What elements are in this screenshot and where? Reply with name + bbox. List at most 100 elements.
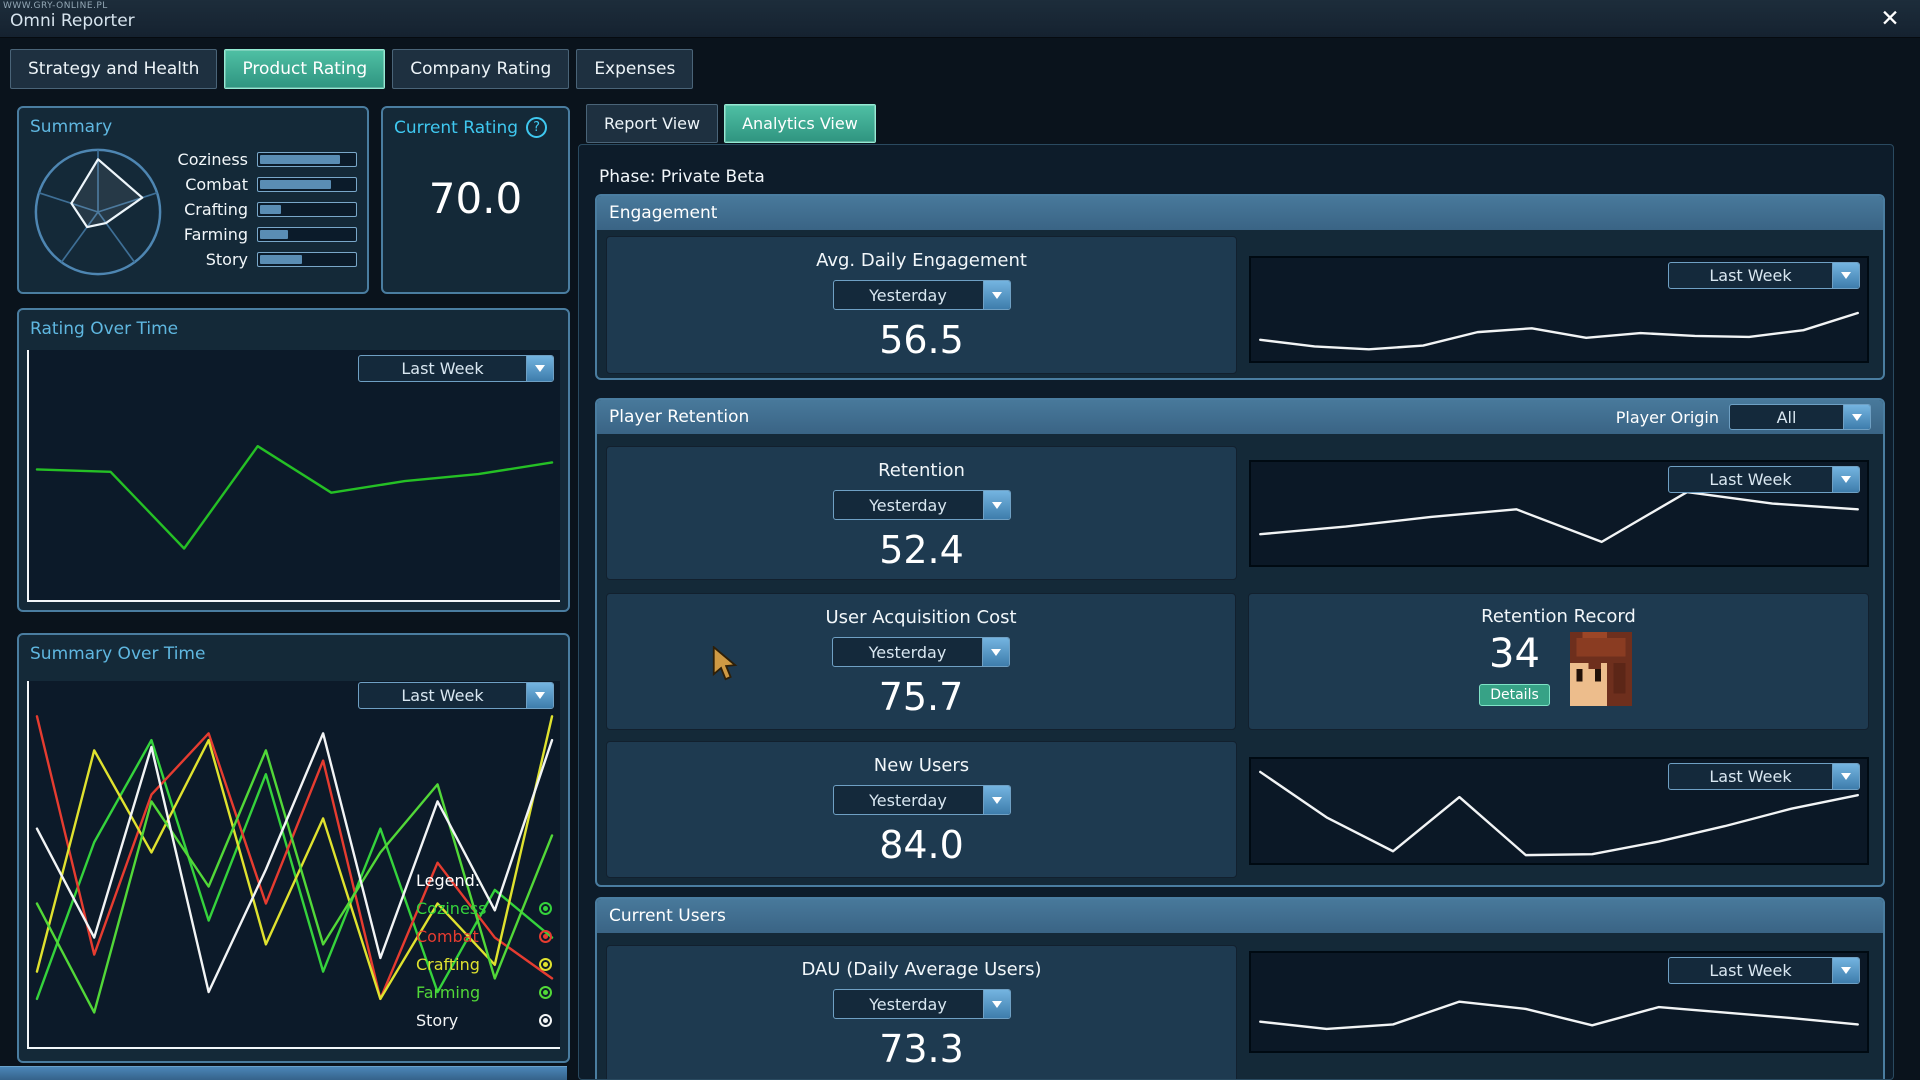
attribute-bar [257,227,357,242]
close-icon[interactable]: ✕ [1874,4,1906,34]
current-rating-panel: Current Rating ? 70.0 [381,106,570,294]
chevron-down-icon [983,281,1010,309]
engagement-chart-range-dropdown[interactable]: Last Week [1668,262,1860,289]
summary-over-time-chart: Legend: Coziness Combat Crafting Farming… [27,681,560,1049]
current-rating-title: Current Rating [394,118,518,138]
farming-legend-icon [539,986,552,999]
legend-item-farming: Farming [416,983,552,1002]
engagement-panel-title: Engagement [609,203,717,223]
tab-company-rating[interactable]: Company Rating [392,49,569,89]
dropdown-value: Yesterday [834,281,983,309]
player-origin-dropdown[interactable]: All [1729,404,1871,430]
current-rating-title-row: Current Rating ? [383,108,568,138]
user-acquisition-cost-card: User Acquisition Cost Yesterday 75.7 [606,593,1236,730]
dropdown-value: Last Week [1669,467,1832,492]
main-tab-bar: Strategy and Health Product Rating Compa… [10,49,693,89]
retention-card: Retention Yesterday 52.4 [606,446,1237,580]
legend-item-story: Story [416,1011,552,1030]
retention-chart-range-dropdown[interactable]: Last Week [1668,466,1860,493]
current-users-panel-title: Current Users [609,906,726,926]
player-retention-panel-title: Player Retention [609,407,749,427]
metric-label: Avg. Daily Engagement [816,250,1027,271]
acquisition-period-dropdown[interactable]: Yesterday [832,637,1010,667]
tab-expenses[interactable]: Expenses [576,49,693,89]
sub-tab-bar: Report View Analytics View [586,104,876,143]
metric-label: DAU (Daily Average Users) [801,959,1041,980]
dau-card: DAU (Daily Average Users) Yesterday 73.3 [606,945,1237,1080]
chevron-down-icon [983,491,1010,519]
dropdown-value: Last Week [359,356,526,381]
metric-value: 56.5 [879,318,964,362]
tab-product-rating[interactable]: Product Rating [224,49,385,89]
site-watermark: WWW.GRY-ONLINE.PL [3,1,108,11]
attribute-label: Coziness [171,150,248,169]
tab-strategy-and-health[interactable]: Strategy and Health [10,49,217,89]
current-rating-value: 70.0 [383,174,568,223]
legend-item-combat: Combat [416,927,552,946]
player-retention-panel: Player Retention Player Origin All Reten… [595,398,1885,887]
tab-report-view[interactable]: Report View [586,104,718,143]
chart-legend: Legend: Coziness Combat Crafting Farming… [416,871,552,1039]
retention-period-dropdown[interactable]: Yesterday [833,490,1011,520]
legend-label: Coziness [416,899,486,918]
chevron-down-icon [1832,764,1859,789]
new-users-trend-chart: Last Week [1249,757,1869,865]
dropdown-value: Last Week [1669,764,1832,789]
engagement-panel: Engagement Avg. Daily Engagement Yesterd… [595,194,1885,380]
metric-value: 75.7 [879,675,964,719]
dropdown-value: Last Week [1669,958,1832,983]
summary-body: Coziness Combat Crafting Farming Story [19,141,367,281]
coziness-legend-icon [539,902,552,915]
attribute-label: Combat [171,175,248,194]
new-users-period-dropdown[interactable]: Yesterday [833,785,1011,815]
dau-period-dropdown[interactable]: Yesterday [833,989,1011,1019]
metric-label: New Users [874,755,969,776]
engagement-period-dropdown[interactable]: Yesterday [833,280,1011,310]
dau-chart-range-dropdown[interactable]: Last Week [1668,957,1860,984]
rating-line [29,350,560,600]
chevron-down-icon [1832,467,1859,492]
chevron-down-icon [1843,405,1870,429]
dropdown-value: Yesterday [834,491,983,519]
summary-over-time-panel: Summary Over Time Legend: Coziness Comba… [17,633,570,1063]
analytics-view-panel: Phase: Private Beta Engagement Avg. Dail… [578,144,1894,1080]
player-origin-group: Player Origin All [1616,404,1871,430]
summary-over-time-title: Summary Over Time [19,635,568,668]
window-title: Omni Reporter [10,11,135,31]
chevron-down-icon [982,638,1009,666]
metric-value: 84.0 [879,823,964,867]
attribute-label: Story [171,250,248,269]
attribute-bar [257,202,357,217]
chevron-down-icon [526,683,553,708]
summary-over-time-range-dropdown[interactable]: Last Week [358,682,554,709]
details-button[interactable]: Details [1479,684,1550,706]
new-users-chart-range-dropdown[interactable]: Last Week [1668,763,1860,790]
attribute-label: Crafting [171,200,248,219]
legend-title: Legend: [416,871,552,890]
summary-panel-title: Summary [19,108,367,141]
help-icon[interactable]: ? [526,117,547,138]
dropdown-value: Last Week [1669,263,1832,288]
chevron-down-icon [983,990,1010,1018]
horizontal-scrollbar[interactable] [0,1066,567,1080]
avg-daily-engagement-card: Avg. Daily Engagement Yesterday 56.5 [606,236,1237,374]
window-titlebar: Omni Reporter ✕ [0,0,1920,38]
attribute-bar [257,252,357,267]
current-users-panel-header: Current Users [597,899,1883,933]
summary-attribute-list: Coziness Combat Crafting Farming Story [171,143,357,276]
metric-label: Retention [878,460,965,481]
player-origin-label: Player Origin [1616,408,1719,427]
retention-record-left: 34 Details [1479,631,1550,706]
rating-over-time-range-dropdown[interactable]: Last Week [358,355,554,382]
legend-label: Story [416,1011,458,1030]
player-retention-panel-header: Player Retention Player Origin All [597,400,1883,434]
dropdown-value: Last Week [359,683,526,708]
rating-over-time-panel: Rating Over Time Last Week [17,308,570,612]
combat-legend-icon [539,930,552,943]
tab-analytics-view[interactable]: Analytics View [724,104,876,143]
dropdown-value: All [1730,405,1843,429]
metric-label: User Acquisition Cost [825,607,1016,628]
attribute-row-combat: Combat [171,176,357,193]
legend-label: Crafting [416,955,480,974]
attribute-row-farming: Farming [171,226,357,243]
